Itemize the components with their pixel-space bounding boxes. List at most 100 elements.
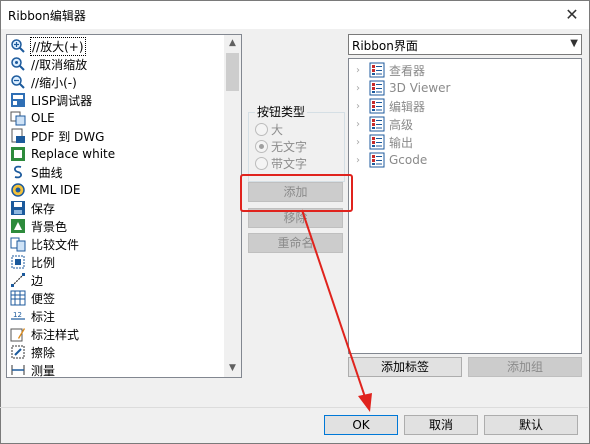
close-icon[interactable]: ✕ <box>561 4 583 26</box>
panel-icon <box>369 98 385 114</box>
chevron-right-icon[interactable]: › <box>356 65 365 76</box>
radio-circle <box>255 139 268 153</box>
panel-icon <box>369 116 385 132</box>
panel-icon <box>369 62 385 78</box>
list-item-label: 擦除 <box>31 345 56 360</box>
cancel-button[interactable]: 取消 <box>404 415 478 435</box>
list-item[interactable]: PDF 到 DWG <box>7 127 222 145</box>
list-item[interactable]: //缩小(-) <box>7 73 222 91</box>
list-item-label: 背景色 <box>31 219 68 234</box>
list-item[interactable]: 边 <box>7 271 222 289</box>
xml-ide-icon <box>10 182 26 198</box>
edge-icon <box>10 272 26 288</box>
ole-icon <box>10 110 26 126</box>
list-item[interactable]: Replace white <box>7 145 222 163</box>
tree-node[interactable]: › 高级 <box>356 115 413 133</box>
chevron-right-icon[interactable]: › <box>356 101 365 112</box>
measure-icon <box>10 362 26 377</box>
ribbon-select[interactable]: Ribbon界面 ▼ <box>348 34 582 55</box>
list-item[interactable]: OLE <box>7 109 222 127</box>
command-list-scrollbar[interactable]: ▲ ▼ <box>224 35 241 377</box>
dimension-style-icon <box>10 326 26 342</box>
list-item[interactable]: //取消缩放 <box>7 55 222 73</box>
scroll-thumb[interactable] <box>226 53 239 91</box>
rename-button[interactable]: 重命名 <box>248 233 343 253</box>
list-item[interactable]: S曲线 <box>7 163 222 181</box>
list-item[interactable]: 背景色 <box>7 217 222 235</box>
dimension-icon: 12 <box>10 308 26 324</box>
radio-label: 带文字 <box>271 156 308 171</box>
list-item[interactable]: LISP调试器 <box>7 91 222 109</box>
tree-node-label: 高级 <box>389 117 414 132</box>
list-item-label: //放大(+) <box>30 36 86 56</box>
chevron-down-icon: ▼ <box>570 38 578 49</box>
list-item[interactable]: XML IDE <box>7 181 222 199</box>
list-item[interactable]: 便签 <box>7 289 222 307</box>
list-item-label: 标注样式 <box>31 327 80 342</box>
tree-node[interactable]: › Gcode <box>356 151 427 169</box>
list-item[interactable]: 比例 <box>7 253 222 271</box>
list-item-label: 保存 <box>31 201 56 216</box>
button-type-title: 按钮类型 <box>255 103 308 120</box>
scale-icon <box>10 254 26 270</box>
radio-with-text[interactable]: 带文字 <box>255 155 307 171</box>
list-item[interactable]: 测量 <box>7 361 222 378</box>
panel-icon <box>369 134 385 150</box>
scroll-up-icon[interactable]: ▲ <box>224 35 241 52</box>
panel-icon <box>369 152 385 168</box>
list-item-label: PDF 到 DWG <box>31 129 105 144</box>
list-item-label: 边 <box>31 273 44 288</box>
radio-no-text[interactable]: 无文字 <box>255 138 307 154</box>
default-button[interactable]: 默认 <box>484 415 578 435</box>
add-tab-button[interactable]: 添加标签 <box>348 357 462 377</box>
radio-label: 无文字 <box>271 139 308 154</box>
list-item-label: XML IDE <box>31 183 81 197</box>
chevron-right-icon[interactable]: › <box>356 119 365 130</box>
tree-node-label: 查看器 <box>389 63 426 78</box>
list-item-label: 比例 <box>31 255 56 270</box>
title-bar: Ribbon编辑器 ✕ <box>1 1 589 29</box>
note-icon <box>10 290 26 306</box>
list-item-label: 便签 <box>31 291 56 306</box>
chevron-right-icon[interactable]: › <box>356 155 365 166</box>
replace-white-icon <box>10 146 26 162</box>
command-list[interactable]: //放大(+) //取消缩放 //缩小(-) LISP调试器 OLE PDF 到… <box>6 34 242 378</box>
list-item[interactable]: //放大(+) <box>7 36 222 56</box>
background-color-icon <box>10 218 26 234</box>
list-item[interactable]: 12 标注 <box>7 307 222 325</box>
save-icon <box>10 200 26 216</box>
tree-node-label: 3D Viewer <box>389 81 451 95</box>
footer-separator <box>0 407 588 408</box>
radio-label: 大 <box>271 122 284 137</box>
list-item-label: 比较文件 <box>31 237 80 252</box>
erase-icon <box>10 344 26 360</box>
tree-node[interactable]: › 输出 <box>356 133 413 151</box>
ok-button[interactable]: OK <box>324 415 398 435</box>
s-curve-icon <box>10 164 26 180</box>
highlight-box <box>240 174 353 212</box>
chevron-right-icon[interactable]: › <box>356 137 365 148</box>
chevron-right-icon[interactable]: › <box>356 83 365 94</box>
tree-node[interactable]: › 查看器 <box>356 61 425 79</box>
svg-text:12: 12 <box>13 311 22 319</box>
list-item-label: //缩小(-) <box>31 75 77 90</box>
scroll-down-icon[interactable]: ▼ <box>224 360 241 377</box>
radio-circle <box>255 122 268 136</box>
tree-node[interactable]: › 编辑器 <box>356 97 425 115</box>
list-item-label: Replace white <box>31 147 116 161</box>
pdf-to-dwg-icon <box>10 128 26 144</box>
add-group-button[interactable]: 添加组 <box>468 357 582 377</box>
list-item[interactable]: 比较文件 <box>7 235 222 253</box>
list-item[interactable]: 标注样式 <box>7 325 222 343</box>
tree-node[interactable]: › 3D Viewer <box>356 79 450 97</box>
compare-files-icon <box>10 236 26 252</box>
list-item-label: OLE <box>31 111 55 125</box>
list-item-label: 测量 <box>31 363 56 378</box>
tree-node-label: 输出 <box>389 135 414 150</box>
ribbon-tree[interactable]: › 查看器 › 3D Viewer › 编辑器 › 高级 › 输出 › Gcod… <box>348 58 582 354</box>
list-item[interactable]: 擦除 <box>7 343 222 361</box>
list-item[interactable]: 保存 <box>7 199 222 217</box>
panel-icon <box>369 80 385 96</box>
radio-circle <box>255 156 268 170</box>
radio-large[interactable]: 大 <box>255 121 283 137</box>
